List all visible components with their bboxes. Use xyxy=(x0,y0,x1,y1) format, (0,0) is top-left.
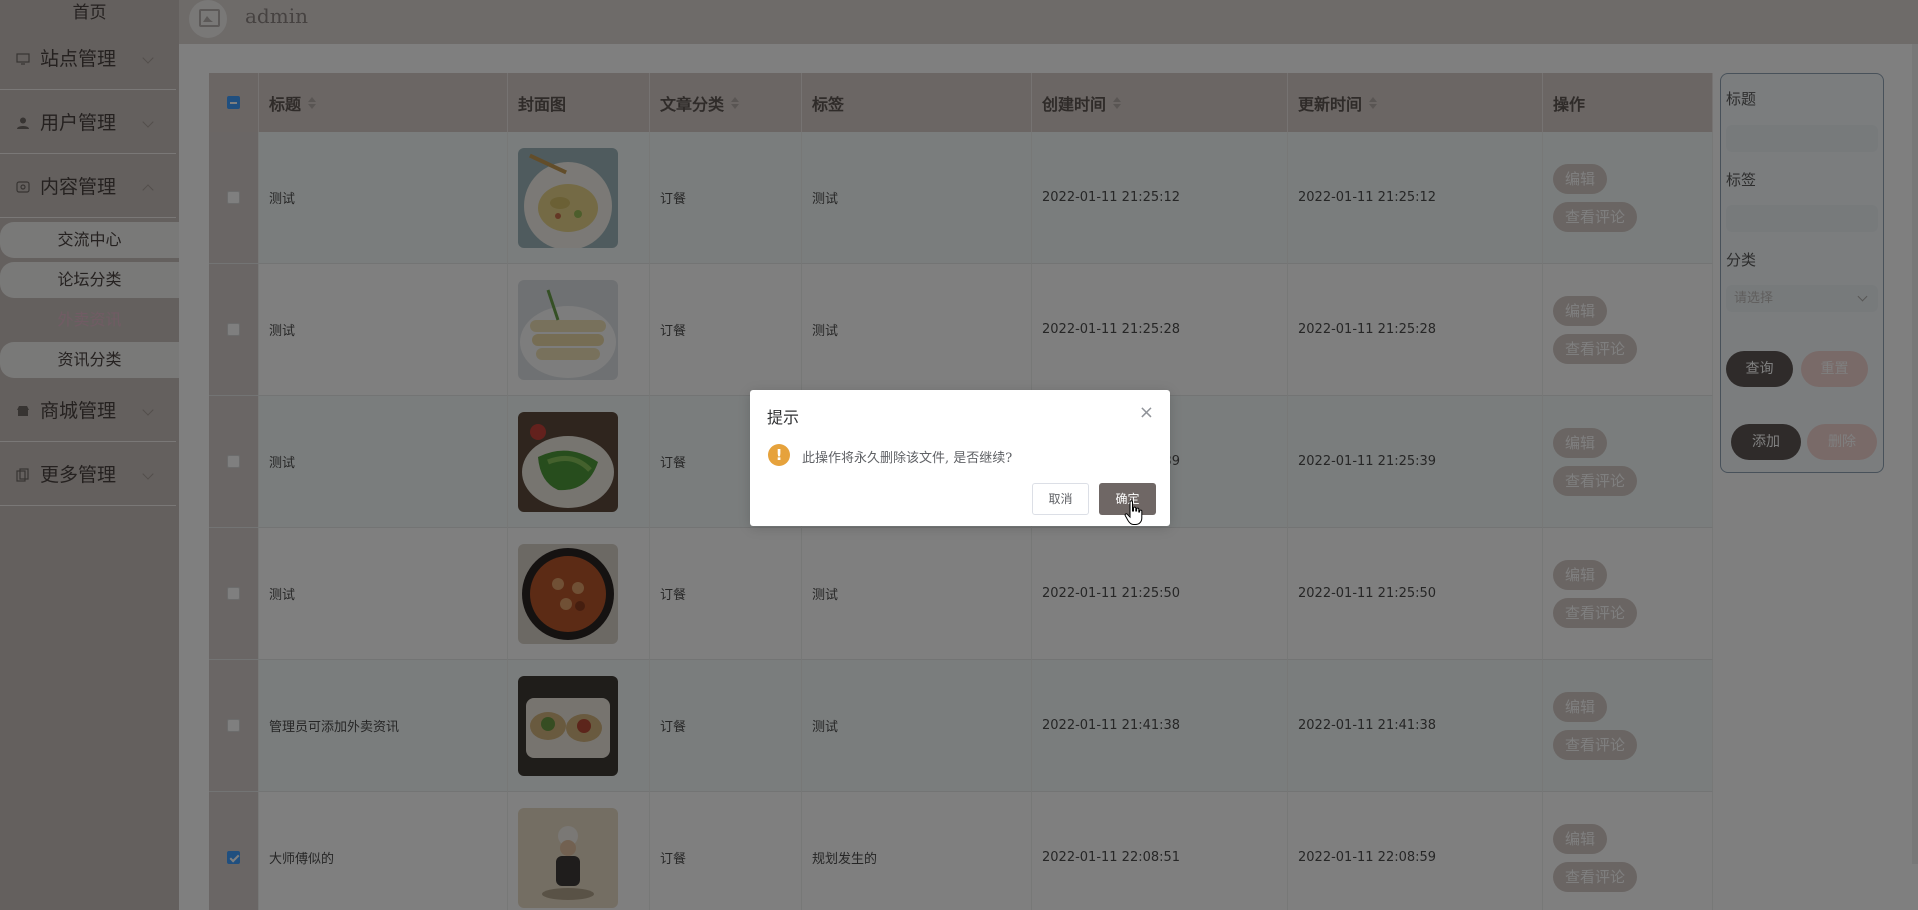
confirm-dialog: 提示 × ! 此操作将永久删除该文件, 是否继续? 取消 确定 xyxy=(750,390,1170,526)
dialog-message: 此操作将永久删除该文件, 是否继续? xyxy=(802,451,1013,466)
cancel-button[interactable]: 取消 xyxy=(1032,483,1089,515)
hand-cursor-icon xyxy=(1124,500,1143,525)
close-icon[interactable]: × xyxy=(1139,402,1154,423)
warning-icon: ! xyxy=(768,444,790,466)
dialog-title: 提示 xyxy=(767,408,800,427)
